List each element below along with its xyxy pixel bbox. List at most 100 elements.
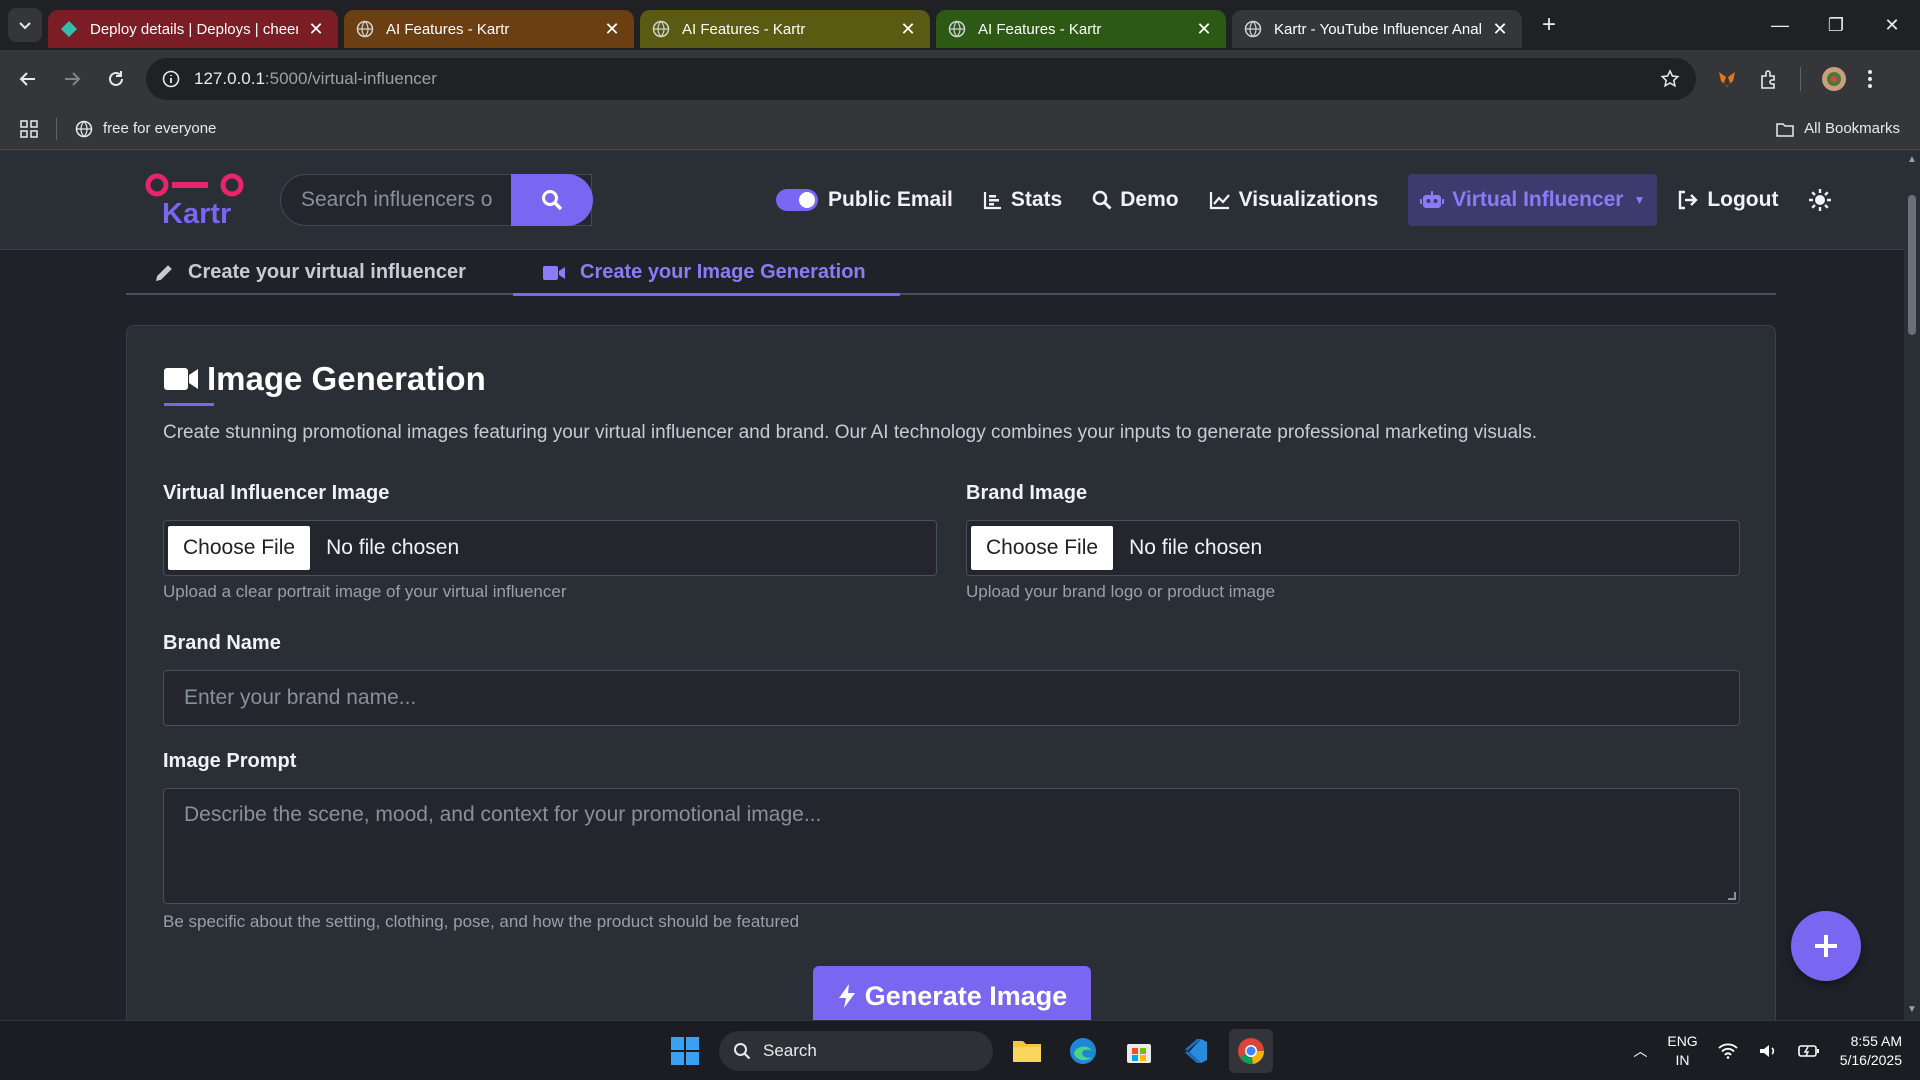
video-camera-icon (543, 265, 565, 280)
tab-create-influencer-label: Create your virtual influencer (188, 261, 466, 283)
nav-visualizations[interactable]: Visualizations (1209, 188, 1379, 212)
start-button[interactable] (663, 1029, 707, 1073)
restore-icon[interactable]: ❐ (1808, 0, 1864, 50)
nav-virtual-influencer-label: Virtual Influencer (1452, 188, 1624, 211)
chevron-up-icon[interactable]: ︿ (1633, 1041, 1647, 1061)
close-icon[interactable]: ✕ (1194, 19, 1214, 40)
page-scrollbar[interactable]: ▲ ▼ (1904, 150, 1920, 1020)
site-info-icon[interactable] (162, 70, 180, 88)
generate-image-button[interactable]: Generate Image (813, 966, 1091, 1020)
public-email-toggle[interactable]: Public Email (776, 188, 953, 212)
vscode-icon (1183, 1039, 1207, 1063)
scroll-thumb[interactable] (1908, 195, 1916, 335)
clock[interactable]: 8:55 AM 5/16/2025 (1840, 1032, 1902, 1070)
image-prompt-textarea[interactable]: Describe the scene, mood, and context fo… (163, 788, 1740, 904)
public-email-label: Public Email (828, 188, 953, 211)
browser-tab-ai-features-3[interactable]: AI Features - Kartr ✕ (936, 10, 1226, 48)
card-title-text: Image Generation (207, 360, 486, 397)
tab-search-button[interactable] (8, 8, 42, 42)
profile-avatar[interactable] (1821, 66, 1847, 92)
nav-demo[interactable]: Demo (1092, 188, 1179, 212)
globe-icon (356, 20, 374, 38)
nav-logout[interactable]: Logout (1677, 188, 1778, 212)
brand-image-file-input[interactable]: Choose File No file chosen (966, 520, 1740, 576)
vscode-app[interactable] (1173, 1029, 1217, 1073)
lang-line-1: ENG (1667, 1033, 1698, 1049)
title-underline (164, 403, 214, 406)
image-prompt-placeholder: Describe the scene, mood, and context fo… (184, 803, 822, 826)
brand-image-hint: Upload your brand logo or product image (966, 582, 1276, 601)
chevron-down-icon (19, 22, 31, 30)
nav-logout-label: Logout (1707, 188, 1779, 211)
brand-image-label: Brand Image (966, 482, 1088, 504)
nav-virtual-influencer-dropdown[interactable]: Virtual Influencer ▼ (1408, 174, 1658, 226)
close-icon[interactable]: ✕ (602, 19, 622, 40)
file-explorer-app[interactable] (1005, 1029, 1049, 1073)
tab-title: AI Features - Kartr (682, 20, 806, 38)
volume-icon[interactable] (1758, 1043, 1778, 1059)
browser-tab-kartr-active[interactable]: Kartr - YouTube Influencer Anal ✕ (1232, 10, 1522, 48)
scroll-up-icon[interactable]: ▲ (1907, 154, 1917, 165)
browser-tab-ai-features-2[interactable]: AI Features - Kartr ✕ (640, 10, 930, 48)
nav-visualizations-label: Visualizations (1238, 188, 1379, 211)
chrome-app[interactable] (1229, 1029, 1273, 1073)
extensions-puzzle-icon[interactable] (1758, 68, 1780, 90)
tab-strip: Deploy details | Deploys | cheer ✕ AI Fe… (0, 0, 1920, 50)
nav-stats[interactable]: Stats (983, 188, 1062, 212)
line-chart-icon (1209, 192, 1230, 210)
minimize-icon[interactable]: — (1752, 0, 1808, 50)
browser-tab-deploy[interactable]: Deploy details | Deploys | cheer ✕ (48, 10, 338, 48)
metamask-fox-icon[interactable] (1716, 68, 1738, 90)
vi-choose-file-button[interactable]: Choose File (168, 526, 311, 570)
kebab-menu-icon[interactable] (1867, 69, 1873, 89)
logout-icon (1679, 190, 1699, 210)
card-description: Create stunning promotional images featu… (163, 422, 1538, 443)
extensions-area (1716, 66, 1873, 92)
close-icon[interactable]: ✕ (306, 19, 326, 40)
forward-icon[interactable] (50, 57, 94, 101)
scroll-down-icon[interactable]: ▼ (1907, 1004, 1917, 1015)
apps-grid-icon[interactable] (20, 119, 38, 138)
generate-image-label: Generate Image (864, 980, 1068, 1011)
brand-choose-file-button[interactable]: Choose File (971, 526, 1114, 570)
back-icon[interactable] (6, 57, 50, 101)
tab-image-generation[interactable]: Create your Image Generation (542, 250, 866, 295)
bookmark-free-for-everyone[interactable]: free for everyone (75, 120, 216, 138)
brand-name-input[interactable]: Enter your brand name... (163, 670, 1740, 726)
bookmark-label: free for everyone (103, 120, 217, 137)
battery-icon[interactable] (1797, 1043, 1820, 1059)
brand-name-label: Brand Name (163, 632, 281, 654)
close-window-icon[interactable]: ✕ (1864, 0, 1920, 50)
resize-handle[interactable] (1728, 892, 1736, 900)
wifi-icon[interactable] (1718, 1043, 1738, 1059)
all-bookmarks-button[interactable]: All Bookmarks (1776, 120, 1900, 137)
edge-app[interactable] (1061, 1029, 1105, 1073)
bookmark-star-icon[interactable] (1660, 69, 1680, 89)
microsoft-store-app[interactable] (1117, 1029, 1161, 1073)
tab-title: AI Features - Kartr (978, 20, 1102, 38)
tab-title: AI Features - Kartr (386, 20, 510, 38)
plus-icon (1815, 935, 1837, 957)
taskbar-search[interactable]: Search (719, 1031, 993, 1071)
edge-icon (1070, 1038, 1096, 1064)
floating-add-button[interactable] (1791, 911, 1861, 981)
reload-icon[interactable] (94, 57, 138, 101)
close-icon[interactable]: ✕ (898, 19, 918, 40)
url-path: :5000/virtual-influencer (264, 69, 437, 88)
address-bar[interactable]: 127.0.0.1:5000/virtual-influencer (146, 58, 1696, 100)
close-icon[interactable]: ✕ (1490, 19, 1510, 40)
language-indicator[interactable]: ENG IN (1667, 1032, 1697, 1070)
search-placeholder: Search influencers o (301, 188, 493, 211)
vi-image-file-input[interactable]: Choose File No file chosen (163, 520, 937, 576)
taskbar-search-label: Search (763, 1041, 817, 1060)
new-tab-button[interactable]: + (1532, 8, 1566, 42)
tab-image-generation-label: Create your Image Generation (580, 261, 866, 283)
theme-toggle-button[interactable] (1808, 188, 1832, 212)
browser-tab-ai-features-1[interactable]: AI Features - Kartr ✕ (344, 10, 634, 48)
search-button[interactable] (511, 174, 593, 226)
tab-create-influencer[interactable]: Create your virtual influencer (154, 250, 466, 295)
robot-icon (1420, 191, 1445, 208)
globe-icon (948, 20, 966, 38)
toggle-switch[interactable] (776, 189, 818, 211)
brand-name-placeholder: Enter your brand name... (184, 686, 417, 709)
